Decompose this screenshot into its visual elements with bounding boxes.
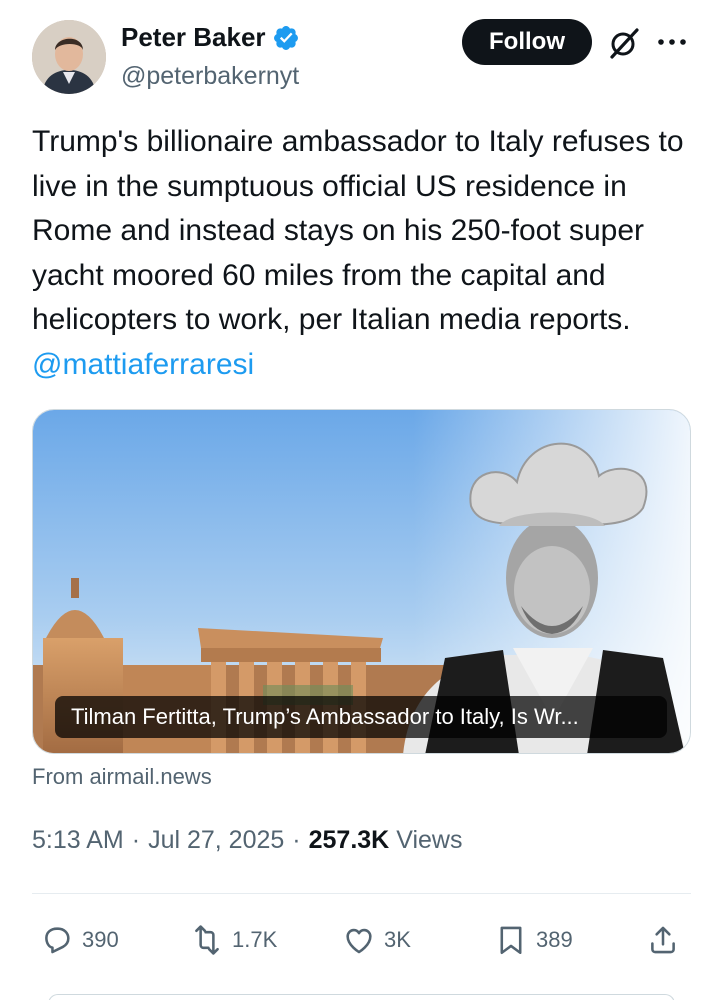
tweet-body: Trump's billionaire ambassador to Italy … <box>32 125 684 336</box>
link-card-source[interactable]: From airmail.news <box>32 764 212 790</box>
action-bar: 390 1.7K 3K 389 <box>32 918 691 962</box>
author-handle[interactable]: @peterbakernyt <box>121 62 299 91</box>
share-button[interactable] <box>646 918 680 962</box>
tweet-meta: 5:13 AM · Jul 27, 2025 · 257.3K Views <box>32 826 462 855</box>
tweet-time[interactable]: 5:13 AM <box>32 826 124 855</box>
bookmark-button[interactable]: 389 <box>494 918 573 962</box>
meta-separator: · <box>292 826 301 854</box>
repost-count: 1.7K <box>232 927 278 952</box>
reply-button[interactable]: 390 <box>40 918 119 962</box>
author-name-row[interactable]: Peter Baker <box>121 22 300 53</box>
more-options-icon[interactable] <box>655 30 689 54</box>
divider <box>32 893 691 894</box>
link-card[interactable]: Tilman Fertitta, Trump’s Ambassador to I… <box>32 409 691 754</box>
verified-badge-icon <box>273 25 298 50</box>
tweet-text: Trump's billionaire ambassador to Italy … <box>32 120 692 387</box>
grok-icon[interactable] <box>606 25 642 61</box>
like-count: 3K <box>384 927 411 952</box>
author-name[interactable]: Peter Baker <box>121 22 266 53</box>
next-tweet-edge <box>48 994 675 1000</box>
views-count: 257.3K <box>308 826 390 854</box>
like-button[interactable]: 3K <box>342 918 411 962</box>
views-label: Views <box>396 826 463 854</box>
reply-count: 390 <box>82 927 119 952</box>
follow-button[interactable]: Follow <box>462 19 592 65</box>
share-icon <box>651 926 675 954</box>
mention-link[interactable]: @mattiaferraresi <box>32 348 254 381</box>
tweet-header: Peter Baker @peterbakernyt Follow <box>0 0 723 110</box>
heart-icon <box>346 928 372 954</box>
link-card-title[interactable]: Tilman Fertitta, Trump’s Ambassador to I… <box>55 696 667 738</box>
repost-icon <box>195 925 219 955</box>
meta-separator: · <box>131 826 141 854</box>
repost-button[interactable]: 1.7K <box>190 918 277 962</box>
reply-icon <box>45 927 70 954</box>
bookmark-count: 389 <box>536 927 573 952</box>
bookmark-icon <box>500 926 522 955</box>
tweet-date[interactable]: Jul 27, 2025 <box>148 826 284 855</box>
avatar[interactable] <box>32 20 106 94</box>
